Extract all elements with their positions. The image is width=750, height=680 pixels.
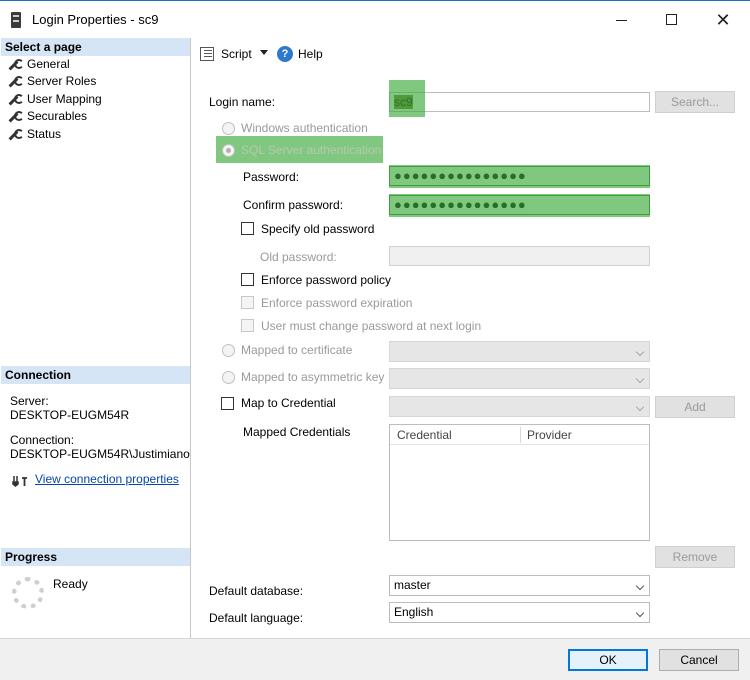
map-to-credential-label: Map to Credential (241, 396, 336, 410)
maximize-icon (666, 14, 677, 25)
view-connection-properties-link[interactable]: View connection properties (35, 472, 179, 486)
default-database-dropdown[interactable]: master (389, 575, 650, 596)
wrench-icon (7, 128, 24, 142)
enforce-password-policy-label: Enforce password policy (261, 273, 392, 287)
wrench-icon (7, 75, 24, 89)
old-password-input[interactable] (389, 246, 650, 266)
column-provider[interactable]: Provider (527, 428, 572, 442)
progress-status: Ready (53, 577, 88, 591)
title-bar: Login Properties - sc9 ✕ (0, 0, 750, 38)
default-language-value: English (394, 605, 434, 619)
must-change-password-label: User must change password at next login (261, 319, 482, 333)
script-icon (200, 47, 214, 61)
minimize-icon (616, 20, 627, 21)
progress-spinner-icon (12, 577, 44, 609)
cancel-button[interactable]: Cancel (659, 649, 739, 671)
connection-properties-icon (12, 476, 27, 487)
password-label: Password: (243, 170, 300, 184)
window-title: Login Properties - sc9 (32, 12, 159, 27)
chevron-down-icon (635, 402, 645, 412)
page-user-mapping[interactable]: User Mapping (7, 91, 102, 108)
search-button[interactable]: Search... (655, 91, 735, 113)
script-button[interactable]: Script (221, 47, 252, 61)
help-button[interactable]: Help (298, 47, 323, 61)
chevron-down-icon[interactable] (260, 50, 268, 55)
page-label: User Mapping (27, 92, 102, 106)
mapped-asymmetric-key-radio[interactable] (222, 371, 235, 384)
mapped-credentials-label: Mapped Credentials (243, 425, 351, 439)
wrench-icon (7, 58, 24, 72)
enforce-password-expiration-checkbox[interactable] (241, 296, 254, 309)
map-to-credential-checkbox[interactable] (221, 397, 234, 410)
mapped-certificate-label: Mapped to certificate (241, 343, 353, 357)
toolbar: Script ? Help (192, 38, 750, 74)
connection-header: Connection (1, 366, 190, 384)
page-general[interactable]: General (7, 56, 70, 73)
chevron-down-icon (635, 608, 645, 618)
highlight-confirm-password (389, 194, 650, 217)
login-name-label: Login name: (209, 95, 276, 109)
chevron-down-icon (635, 581, 645, 591)
page-label: Server Roles (27, 74, 97, 88)
wrench-icon (7, 93, 24, 107)
wrench-icon (7, 110, 24, 124)
help-icon[interactable]: ? (277, 46, 293, 62)
server-label: Server: (10, 394, 49, 408)
mapped-certificate-radio[interactable] (222, 344, 235, 357)
chevron-down-icon (635, 374, 645, 384)
connection-label: Connection: (10, 433, 75, 447)
minimize-button[interactable] (597, 1, 647, 39)
chevron-down-icon (635, 347, 645, 357)
certificate-dropdown[interactable] (389, 341, 650, 362)
sql-auth-radio[interactable] (222, 144, 235, 157)
page-status[interactable]: Status (7, 126, 61, 143)
default-database-label: Default database: (209, 584, 304, 598)
default-language-dropdown[interactable]: English (389, 602, 650, 623)
windows-auth-radio[interactable] (222, 122, 235, 135)
enforce-password-policy-checkbox[interactable] (241, 273, 254, 286)
close-icon: ✕ (715, 10, 731, 30)
table-header: Credential Provider (390, 425, 649, 445)
mapped-asymmetric-key-label: Mapped to asymmetric key (241, 370, 385, 384)
default-language-label: Default language: (209, 611, 304, 625)
app-icon (11, 12, 21, 28)
default-database-value: master (394, 578, 431, 592)
mapped-credentials-table[interactable]: Credential Provider (389, 424, 650, 541)
enforce-password-expiration-label: Enforce password expiration (261, 296, 413, 310)
ok-button[interactable]: OK (568, 649, 648, 671)
page-label: Status (27, 127, 62, 141)
button-bar: OK Cancel (0, 638, 750, 680)
server-value: DESKTOP-EUGM54R (10, 408, 130, 422)
column-credential[interactable]: Credential (397, 428, 452, 442)
remove-credential-button[interactable]: Remove (655, 546, 735, 568)
asymmetric-key-dropdown[interactable] (389, 368, 650, 389)
highlight-login-name (389, 80, 425, 117)
credential-dropdown[interactable] (389, 396, 650, 417)
confirm-password-label: Confirm password: (243, 198, 344, 212)
must-change-password-checkbox[interactable] (241, 319, 254, 332)
specify-old-password-checkbox[interactable] (241, 222, 254, 235)
page-label: General (27, 57, 70, 71)
column-divider[interactable] (520, 427, 521, 443)
highlight-password (389, 165, 650, 188)
progress-header: Progress (1, 548, 190, 566)
close-button[interactable]: ✕ (698, 1, 748, 39)
connection-value: DESKTOP-EUGM54R\Justimiano.A (10, 447, 190, 461)
sql-auth-label: SQL Server authentication (241, 143, 382, 157)
specify-old-password-label: Specify old password (261, 222, 375, 236)
old-password-label: Old password: (260, 250, 337, 264)
left-panel: Select a page General Server Roles User … (0, 38, 191, 638)
select-page-header: Select a page (1, 38, 190, 56)
maximize-button[interactable] (647, 1, 697, 39)
windows-auth-label: Windows authentication (241, 121, 368, 135)
page-server-roles[interactable]: Server Roles (7, 73, 96, 90)
page-securables[interactable]: Securables (7, 108, 87, 125)
page-label: Securables (27, 109, 88, 123)
add-credential-button[interactable]: Add (655, 396, 735, 418)
login-name-input[interactable]: sc9 (389, 92, 650, 112)
